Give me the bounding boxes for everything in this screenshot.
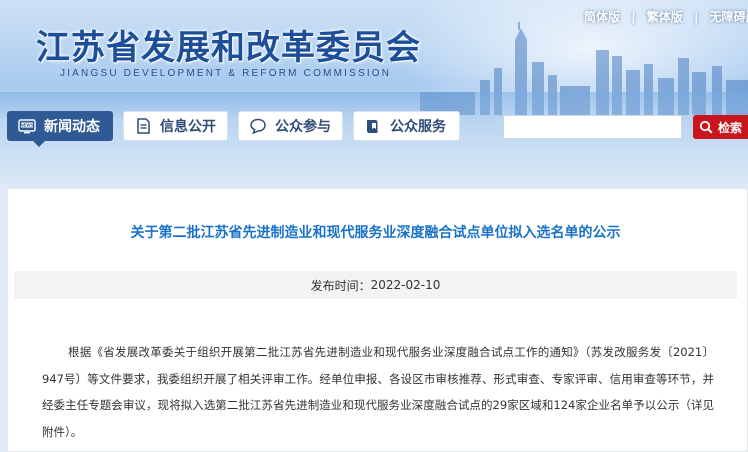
search-button[interactable]: 检索 (693, 115, 748, 139)
article-panel: 关于第二批江苏省先进制造业和现代服务业深度融合试点单位拟入选名单的公示 发布时间… (7, 188, 748, 452)
chat-icon (250, 118, 266, 135)
simplified-chinese-link[interactable]: 简体版 (584, 10, 620, 24)
document-icon (137, 118, 150, 134)
nav-public-participation-label: 公众参与 (275, 119, 331, 135)
nav-info-disclosure-label: 信息公开 (160, 119, 216, 135)
link-separator: | (693, 10, 699, 24)
link-separator: | (631, 10, 636, 24)
nav-info-disclosure[interactable]: 信息公开 (123, 111, 228, 141)
nav-public-participation[interactable]: 公众参与 (238, 111, 343, 141)
article-meta: 发布时间： 2022-02-10 (14, 271, 737, 299)
nav-news-label: 新闻动态 (44, 119, 100, 135)
site-subtitle: JIANGSU DEVELOPMENT & REFORM COMMISSION (60, 68, 392, 79)
publish-date: 2022-02-10 (370, 278, 441, 292)
nav-news[interactable]: NEWS 新闻动态 (7, 111, 113, 147)
publish-label: 发布时间： (310, 278, 371, 293)
article-body: 根据《省发展改革委关于组织开展第二批江苏省先进制造业和现代服务业深度融合试点工作… (42, 345, 714, 439)
search-input[interactable] (503, 115, 682, 139)
site-header: 江苏省发展和改革委员会 JIANGSU DEVELOPMENT & REFORM… (0, 0, 748, 188)
nav-public-service[interactable]: 公众服务 (353, 111, 460, 141)
top-links: 简体版 | 繁体版 | 无障碍阅读 (584, 8, 748, 25)
article-title: 关于第二批江苏省先进制造业和现代服务业深度融合试点单位拟入选名单的公示 (130, 225, 621, 241)
accessibility-link[interactable]: 无障碍阅读 (710, 10, 748, 24)
nav-public-service-label: 公众服务 (390, 119, 446, 135)
site-title: 江苏省发展和改革委员会 (36, 28, 421, 68)
news-icon: NEWS (18, 119, 36, 134)
book-icon (367, 120, 378, 133)
search-icon (699, 120, 713, 134)
traditional-chinese-link[interactable]: 繁体版 (647, 10, 683, 24)
svg-text:NEWS: NEWS (21, 123, 34, 128)
search-button-label: 检索 (718, 120, 743, 135)
